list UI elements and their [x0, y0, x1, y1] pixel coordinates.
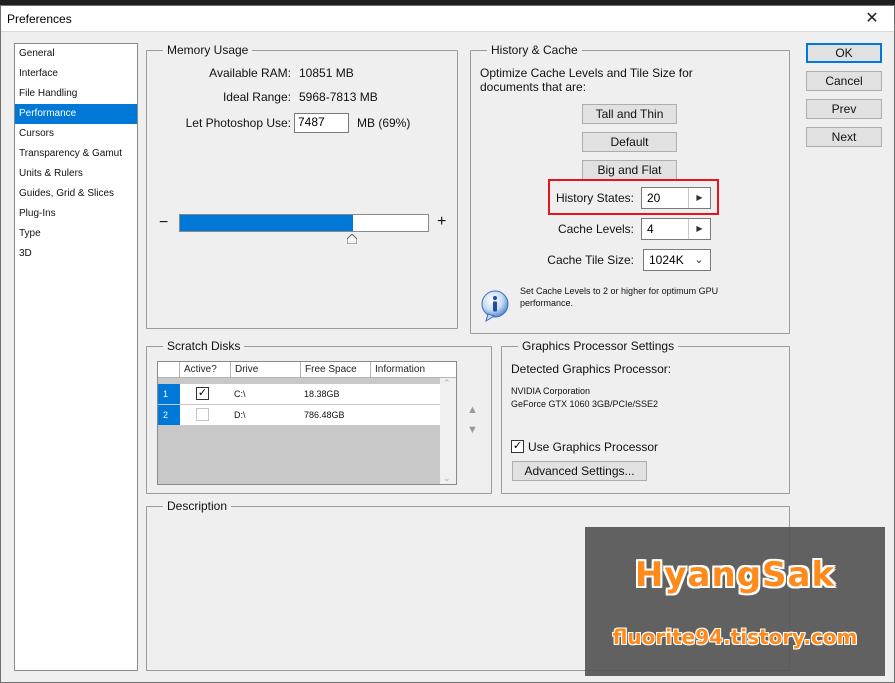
cache-tile-size-select[interactable]: 1024K ⌄ — [643, 249, 711, 271]
scratch-disks-table: Active? Drive Free Space Information 1 ✓… — [157, 361, 457, 485]
free-space-column-header[interactable]: Free Space — [301, 362, 371, 378]
sidebar-item-plug-ins[interactable]: Plug-Ins — [15, 204, 137, 224]
watermark-url: fluorite94.tistory.com — [612, 625, 858, 649]
cache-levels-arrow-icon[interactable]: ▶ — [688, 219, 710, 239]
sidebar-item-transparency-gamut[interactable]: Transparency & Gamut — [15, 144, 137, 164]
history-cache-title: History & Cache — [487, 43, 582, 57]
ok-button[interactable]: OK — [806, 43, 882, 63]
gpu-info-text: Set Cache Levels to 2 or higher for opti… — [520, 286, 719, 308]
increase-memory-button[interactable]: + — [437, 213, 446, 231]
slider-thumb-icon[interactable] — [347, 234, 357, 244]
cache-levels-input[interactable]: 4 ▶ — [641, 218, 711, 240]
gpu-model: GeForce GTX 1060 3GB/PCIe/SSE2 — [511, 399, 659, 409]
sidebar-item-units-rulers[interactable]: Units & Rulers — [15, 164, 137, 184]
available-ram-value: 10851 MB — [299, 66, 354, 80]
cache-levels-value: 4 — [647, 222, 654, 236]
available-ram-label: Available RAM: — [209, 66, 291, 80]
cache-levels-label: Cache Levels: — [557, 222, 634, 236]
memory-percent-label: MB (69%) — [357, 116, 411, 130]
cache-tile-size-value: 1024K — [649, 253, 684, 267]
tall-and-thin-button[interactable]: Tall and Thin — [582, 104, 677, 124]
row-index: 2 — [158, 405, 180, 425]
row-index: 1 — [158, 384, 180, 404]
chevron-down-icon[interactable]: ⌄ — [688, 250, 710, 270]
gpu-vendor: NVIDIA Corporation — [511, 386, 591, 396]
table-scrollbar[interactable]: ⌃ ⌄ — [440, 378, 456, 484]
active-checkbox[interactable] — [196, 408, 209, 421]
table-row[interactable]: 2 D:\ 786.48GB — [158, 405, 440, 425]
info-icon — [481, 290, 509, 322]
table-header: Active? Drive Free Space Information — [158, 362, 456, 378]
memory-slider-fill — [180, 215, 353, 231]
ideal-range-value: 5968-7813 MB — [299, 90, 378, 104]
active-column-header[interactable]: Active? — [180, 362, 231, 378]
let-photoshop-use-label: Let Photoshop Use: — [185, 116, 291, 130]
preferences-dialog: Preferences ✕ General Interface File Han… — [0, 5, 895, 683]
cache-tile-size-label: Cache Tile Size: — [547, 253, 634, 267]
use-gpu-label: Use Graphics Processor — [528, 440, 659, 454]
sidebar-item-3d[interactable]: 3D — [15, 244, 137, 264]
history-states-input[interactable]: 20 ▶ — [641, 187, 711, 209]
cache-optimize-description: Optimize Cache Levels and Tile Size for … — [480, 66, 693, 94]
next-button[interactable]: Next — [806, 127, 882, 147]
advanced-settings-button[interactable]: Advanced Settings... — [512, 461, 647, 481]
drive-cell: D:\ — [234, 410, 246, 420]
drive-cell: C:\ — [234, 389, 246, 399]
title-bar: Preferences ✕ — [1, 6, 894, 32]
sidebar-item-guides-grid-slices[interactable]: Guides, Grid & Slices — [15, 184, 137, 204]
scroll-up-icon[interactable]: ⌃ — [443, 378, 451, 389]
big-and-flat-button[interactable]: Big and Flat — [582, 160, 677, 180]
memory-usage-title: Memory Usage — [163, 43, 253, 57]
scratch-disks-title: Scratch Disks — [163, 339, 245, 353]
category-list: General Interface File Handling Performa… — [14, 43, 138, 671]
scroll-down-icon[interactable]: ⌄ — [443, 473, 451, 484]
close-icon[interactable]: ✕ — [852, 6, 892, 32]
prev-button[interactable]: Prev — [806, 99, 882, 119]
history-states-arrow-icon[interactable]: ▶ — [688, 188, 710, 208]
sidebar-item-cursors[interactable]: Cursors — [15, 124, 137, 144]
graphics-processor-title: Graphics Processor Settings — [518, 339, 679, 353]
default-cache-button[interactable]: Default — [582, 132, 677, 152]
ideal-range-label: Ideal Range: — [222, 90, 291, 104]
use-gpu-checkbox[interactable]: ✓ — [511, 440, 524, 453]
index-column-header — [158, 362, 180, 378]
free-space-cell: 786.48GB — [304, 410, 345, 420]
history-states-value: 20 — [647, 191, 661, 205]
sidebar-item-performance[interactable]: Performance — [15, 104, 137, 124]
sidebar-item-interface[interactable]: Interface — [15, 64, 137, 84]
window-title: Preferences — [7, 12, 72, 26]
decrease-memory-button[interactable]: − — [159, 214, 168, 232]
detected-gpu-label: Detected Graphics Processor: — [511, 362, 672, 376]
watermark: HyangSak fluorite94.tistory.com — [585, 527, 885, 676]
active-checkbox[interactable]: ✓ — [196, 387, 209, 400]
description-title: Description — [163, 499, 232, 513]
history-states-label: History States: — [555, 191, 634, 205]
move-down-arrow-icon[interactable]: ▼ — [467, 424, 478, 436]
sidebar-item-file-handling[interactable]: File Handling — [15, 84, 137, 104]
drive-column-header[interactable]: Drive — [231, 362, 301, 378]
information-column-header[interactable]: Information — [371, 362, 456, 378]
cancel-button[interactable]: Cancel — [806, 71, 882, 91]
free-space-cell: 18.38GB — [304, 389, 340, 399]
watermark-title: HyangSak — [634, 555, 836, 595]
move-up-arrow-icon[interactable]: ▲ — [467, 404, 478, 416]
memory-amount-input[interactable]: 7487 — [294, 113, 349, 133]
memory-slider[interactable] — [179, 214, 429, 232]
sidebar-item-type[interactable]: Type — [15, 224, 137, 244]
table-row[interactable]: 1 ✓ C:\ 18.38GB — [158, 384, 440, 404]
sidebar-item-general[interactable]: General — [15, 44, 137, 64]
